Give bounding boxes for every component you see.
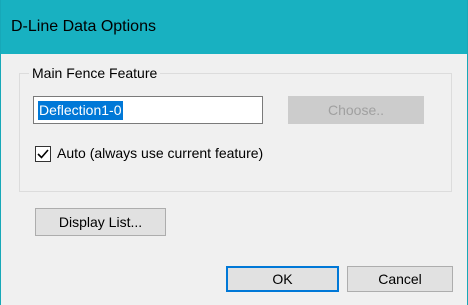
display-list-button-label: Display List... xyxy=(58,214,143,230)
cancel-button[interactable]: Cancel xyxy=(347,266,453,292)
main-fence-feature-group xyxy=(19,73,452,192)
feature-name-value: Deflection1-0 xyxy=(38,101,123,120)
ok-button[interactable]: OK xyxy=(226,266,339,292)
choose-button-label: Choose.. xyxy=(327,102,385,118)
checkmark-icon xyxy=(37,149,49,159)
window-title: D-Line Data Options xyxy=(11,18,156,35)
title-bar[interactable]: D-Line Data Options xyxy=(1,0,467,54)
feature-name-field[interactable]: Deflection1-0 xyxy=(33,96,263,124)
auto-checkbox[interactable] xyxy=(35,146,51,162)
group-legend: Main Fence Feature xyxy=(29,65,161,81)
choose-button[interactable]: Choose.. xyxy=(288,96,424,124)
cancel-button-label: Cancel xyxy=(378,271,422,287)
auto-checkbox-label[interactable]: Auto (always use current feature) xyxy=(57,145,263,161)
ok-button-label: OK xyxy=(272,271,293,287)
dialog-window: D-Line Data Options Main Fence Feature D… xyxy=(0,0,468,305)
display-list-button[interactable]: Display List... xyxy=(35,208,166,236)
